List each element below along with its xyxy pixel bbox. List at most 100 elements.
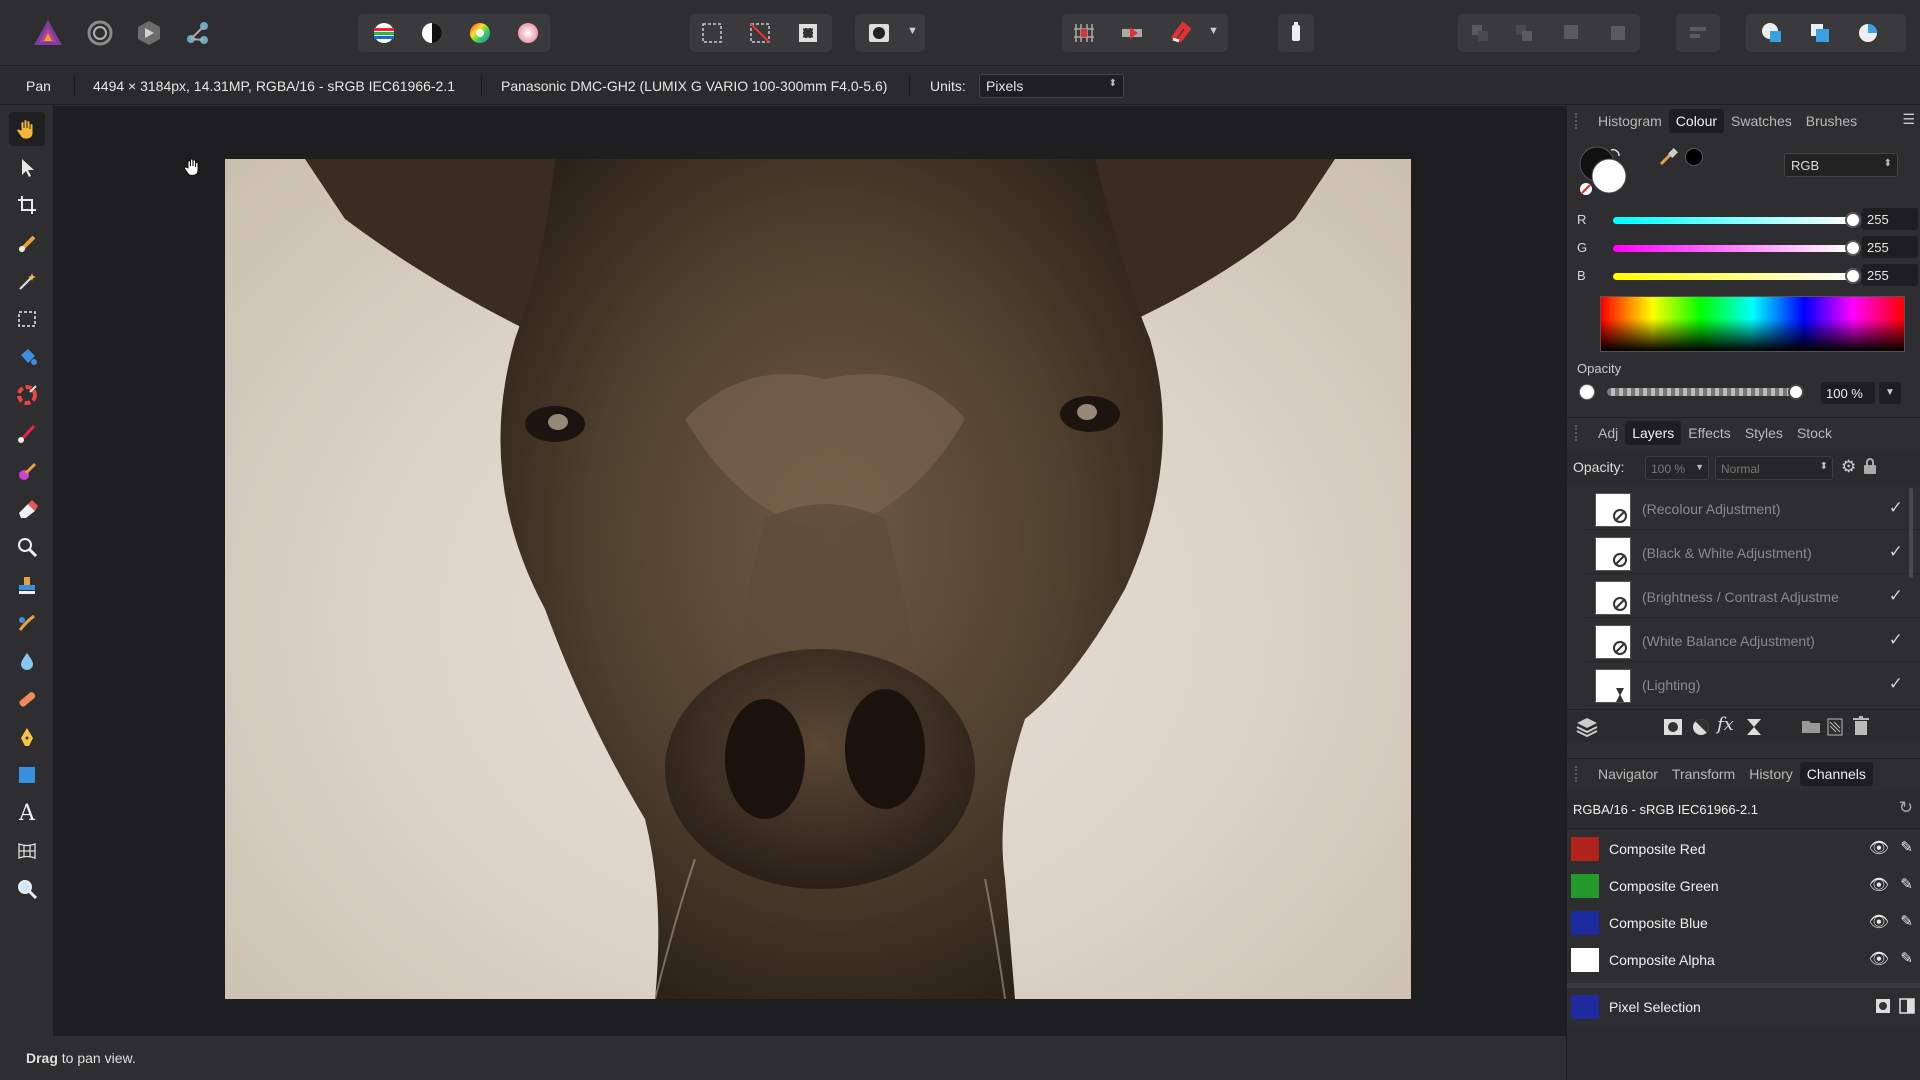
slider-r-value[interactable]: 255 [1862, 208, 1918, 230]
channel-row-red[interactable]: Composite Red 👁 ✎ [1567, 831, 1920, 868]
layer-row[interactable]: (Brightness / Contrast Adjustme ✓ [1585, 576, 1920, 618]
move-back-one-icon[interactable] [1506, 15, 1542, 51]
marquee-tool-icon[interactable] [9, 302, 45, 336]
subtract-shape-icon[interactable] [1802, 15, 1838, 51]
layer-row[interactable]: (White Balance Adjustment) ✓ [1585, 620, 1920, 662]
paint-brush-icon[interactable] [9, 416, 45, 450]
layer-visible-checkbox[interactable]: ✓ [1889, 674, 1903, 694]
adjustment-layer-icon[interactable] [1691, 717, 1711, 737]
add-pixel-layer-icon[interactable] [1827, 716, 1845, 736]
reset-icon[interactable]: ↻ [1899, 798, 1913, 818]
tab-styles[interactable]: Styles [1738, 421, 1790, 445]
affinity-photo-logo-icon[interactable] [30, 15, 66, 51]
document-image[interactable] [225, 159, 1411, 999]
move-to-back-icon[interactable] [1462, 15, 1498, 51]
grid-icon[interactable] [1066, 15, 1102, 51]
layer-visible-checkbox[interactable]: ✓ [1889, 586, 1903, 606]
dodge-tool-icon[interactable] [9, 530, 45, 564]
tab-effects[interactable]: Effects [1681, 421, 1738, 445]
opacity-slider-knob[interactable] [1788, 384, 1804, 400]
colour-wells[interactable] [1577, 144, 1631, 198]
tab-stock[interactable]: Stock [1790, 421, 1839, 445]
edit-pen-icon[interactable]: ✎ [1900, 912, 1913, 930]
pen-tool-icon[interactable] [9, 720, 45, 754]
snapping-magnet-icon[interactable] [1162, 15, 1198, 51]
select-all-icon[interactable] [694, 15, 730, 51]
edit-pen-icon[interactable]: ✎ [1900, 949, 1913, 967]
trash-icon[interactable] [1853, 716, 1869, 736]
invert-selection-icon[interactable] [790, 15, 826, 51]
mesh-warp-icon[interactable] [9, 834, 45, 868]
colour-spectrum[interactable] [1600, 296, 1905, 352]
move-to-front-icon[interactable] [1600, 15, 1636, 51]
eye-icon[interactable]: 👁 [1869, 912, 1889, 932]
move-tool-icon[interactable] [9, 150, 45, 184]
units-select[interactable]: Pixels ⬍ [979, 74, 1124, 98]
align-icon[interactable] [1680, 15, 1716, 51]
colour-picker-icon[interactable] [1657, 146, 1679, 168]
tab-adj[interactable]: Adj [1591, 421, 1625, 445]
slider-b-knob[interactable] [1845, 268, 1861, 284]
clone-stamp-icon[interactable] [9, 568, 45, 602]
develop-persona-icon[interactable] [131, 15, 167, 51]
eye-icon[interactable]: 👁 [1869, 949, 1889, 969]
slider-r-track[interactable] [1613, 217, 1851, 224]
slider-g-track[interactable] [1613, 245, 1851, 252]
quick-mask-icon[interactable] [861, 15, 897, 51]
gear-icon[interactable]: ⚙ [1841, 457, 1856, 477]
tab-navigator[interactable]: Navigator [1591, 762, 1665, 786]
channel-row-blue[interactable]: Composite Blue 👁 ✎ [1567, 905, 1920, 942]
export-persona-icon[interactable] [180, 15, 216, 51]
chevron-down-icon[interactable]: ▼ [1208, 25, 1219, 37]
tab-history[interactable]: History [1742, 762, 1800, 786]
rectangle-shape-icon[interactable] [9, 758, 45, 792]
opacity-slider-track[interactable] [1607, 388, 1795, 396]
liquify-persona-icon[interactable] [82, 15, 118, 51]
auto-contrast-icon[interactable] [414, 15, 450, 51]
panel-grip[interactable] [1575, 113, 1585, 129]
blend-mode-select[interactable]: Normal ⬍ [1715, 456, 1833, 480]
canvas-area[interactable] [54, 106, 1566, 1036]
move-forward-one-icon[interactable] [1554, 15, 1590, 51]
layer-visible-checkbox[interactable]: ✓ [1889, 498, 1903, 518]
tab-channels[interactable]: Channels [1799, 761, 1873, 786]
selection-mask-icon[interactable] [1875, 998, 1891, 1014]
panel-grip[interactable] [1575, 424, 1585, 441]
edit-pen-icon[interactable]: ✎ [1900, 875, 1913, 893]
picked-colour-swatch[interactable] [1685, 148, 1703, 166]
opacity-value[interactable]: 100 % [1821, 382, 1875, 404]
slider-b-track[interactable] [1613, 273, 1851, 280]
live-filter-icon[interactable] [1745, 717, 1763, 737]
mask-layer-icon[interactable] [1663, 718, 1683, 736]
selection-to-mask-icon[interactable] [1899, 998, 1915, 1014]
slider-g-value[interactable]: 255 [1862, 236, 1918, 258]
blur-brush-drop-icon[interactable] [9, 644, 45, 678]
selection-brush-icon[interactable] [9, 226, 45, 260]
layer-row[interactable]: (Black & White Adjustment) ✓ [1585, 532, 1920, 574]
tab-colour[interactable]: Colour [1668, 109, 1725, 133]
eye-icon[interactable]: 👁 [1869, 838, 1889, 858]
smudge-tool-icon[interactable] [9, 606, 45, 640]
tab-histogram[interactable]: Histogram [1591, 109, 1669, 133]
layers-stack-icon[interactable] [1575, 716, 1599, 738]
colour-picker-wheel-icon[interactable] [9, 378, 45, 412]
intersect-shape-icon[interactable] [1850, 15, 1886, 51]
levels-icon[interactable] [366, 15, 402, 51]
view-tool-hand-icon[interactable] [9, 112, 45, 146]
chevron-down-icon[interactable]: ▼ [1879, 382, 1901, 404]
slider-r-knob[interactable] [1845, 212, 1861, 228]
slider-g-knob[interactable] [1845, 240, 1861, 256]
chevron-down-icon[interactable]: ▼ [907, 25, 918, 37]
colour-replacement-brush-icon[interactable] [9, 454, 45, 488]
edit-pen-icon[interactable]: ✎ [1900, 838, 1913, 856]
colour-model-select[interactable]: RGB ⬍ [1784, 153, 1898, 177]
erase-brush-icon[interactable] [9, 492, 45, 526]
eye-icon[interactable]: 👁 [1869, 875, 1889, 895]
tab-layers[interactable]: Layers [1625, 420, 1682, 445]
tab-swatches[interactable]: Swatches [1724, 109, 1799, 133]
layer-visible-checkbox[interactable]: ✓ [1889, 630, 1903, 650]
tab-brushes[interactable]: Brushes [1799, 109, 1864, 133]
tab-transform[interactable]: Transform [1665, 762, 1742, 786]
layer-opacity-field[interactable]: 100 % ▼ [1645, 456, 1709, 480]
lock-icon[interactable] [1863, 458, 1877, 474]
